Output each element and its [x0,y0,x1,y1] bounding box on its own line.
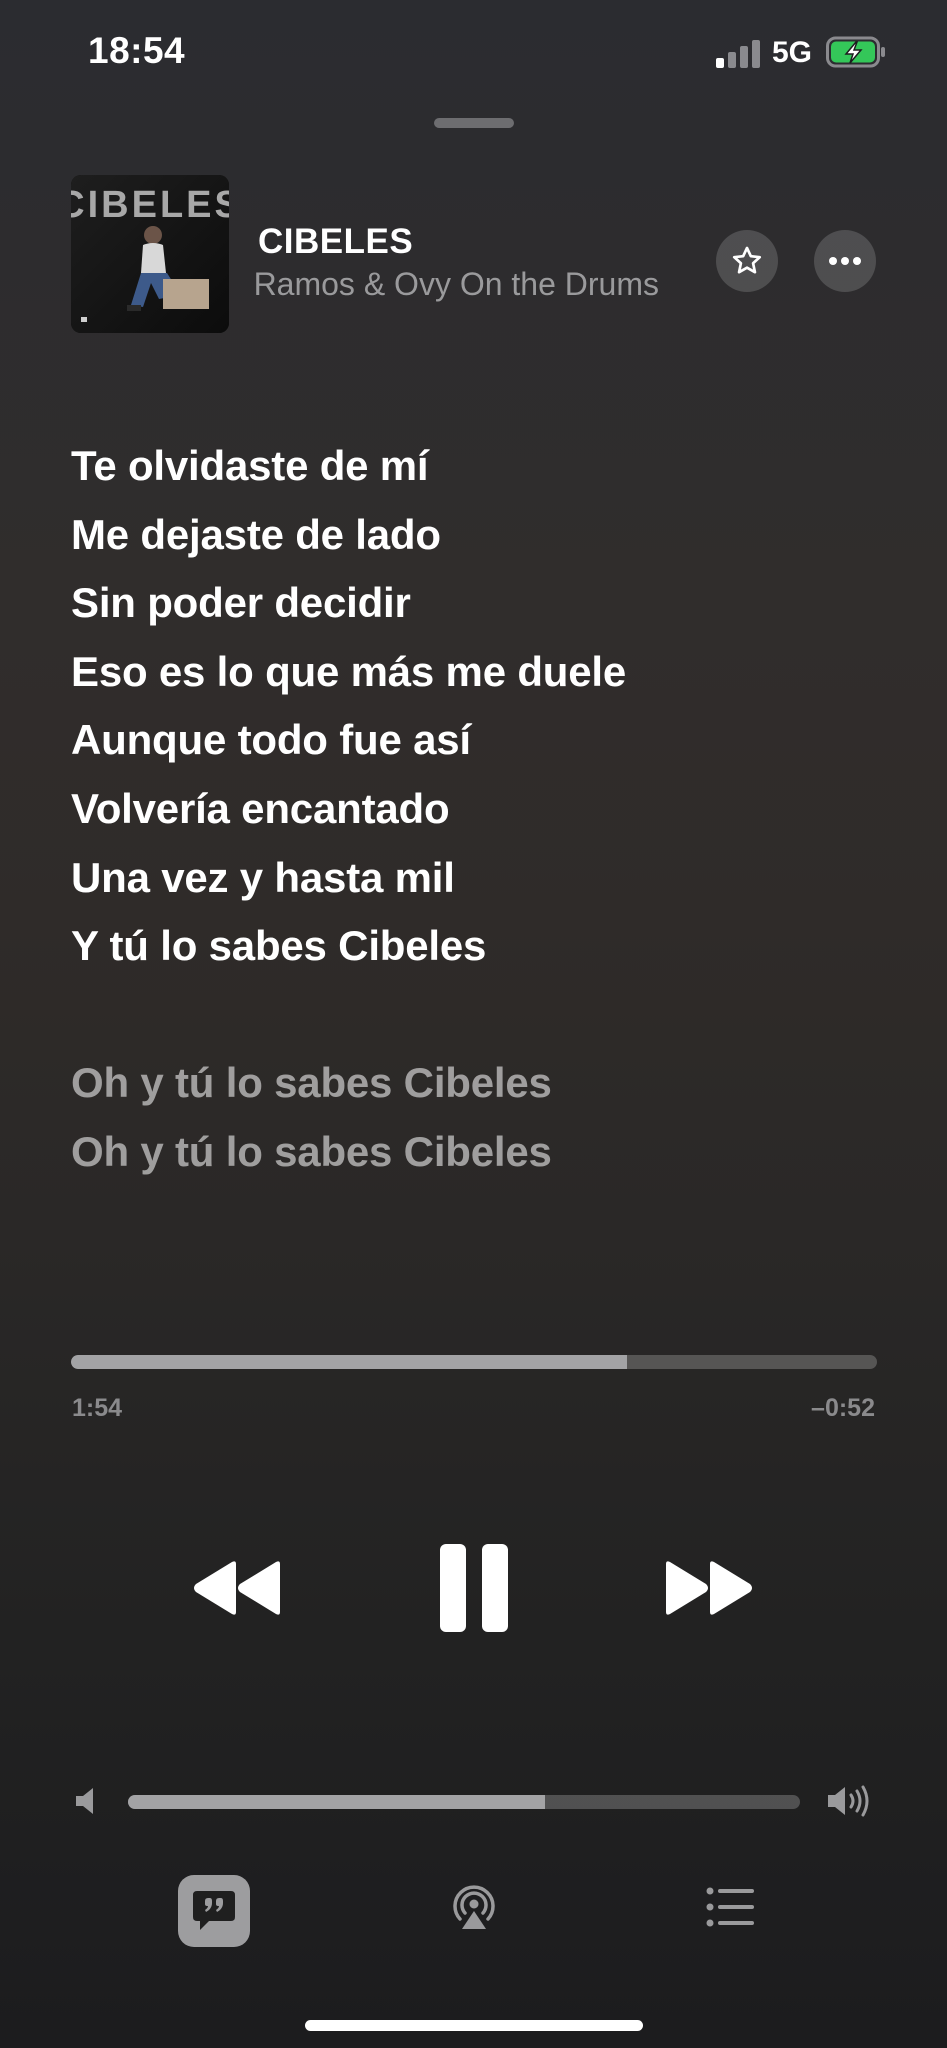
elapsed-time: 1:54 [72,1394,123,1422]
artist-name: Ramos & Ovy On the Drums [253,266,659,302]
album-artwork[interactable]: CIBELES [71,175,229,333]
lyrics-icon [193,1891,235,1930]
status-time: 18:54 [88,30,186,71]
fast-forward-icon [666,1561,752,1615]
lyrics-button[interactable] [178,1875,250,1947]
lyric-spacer [71,981,901,1050]
remaining-time: –0:52 [811,1394,875,1422]
lyric-line[interactable]: Aunque todo fue así [71,706,901,775]
song-title: CIBELES [258,222,414,261]
artwork-title-text: CIBELES [71,184,229,226]
star-outline-icon [732,246,762,274]
fast-forward-button[interactable] [660,1560,756,1616]
favorite-button[interactable] [716,230,778,292]
ellipsis-icon [829,257,861,265]
artist-marquee: Ramos & Ovy On the Drums [229,262,659,308]
lyric-line[interactable]: Volvería encantado [71,775,901,844]
lyric-line-upcoming[interactable]: Oh y tú lo sabes Cibeles [71,1118,901,1187]
lyric-line[interactable]: Y tú lo sabes Cibeles [71,912,901,981]
home-indicator[interactable] [305,2020,643,2031]
rewind-button[interactable] [190,1560,286,1616]
lyric-line[interactable]: Una vez y hasta mil [71,844,901,913]
lyric-line-upcoming[interactable]: Oh y tú lo sabes Cibeles [71,1049,901,1118]
airplay-button[interactable] [446,1879,502,1935]
lyric-line[interactable]: Eso es lo que más me duele [71,638,901,707]
lyric-line[interactable]: Sin poder decidir [71,569,901,638]
pause-icon [440,1544,508,1632]
volume-low-icon [74,1786,100,1816]
cellular-signal-icon [716,38,762,68]
playback-progress-fill [71,1355,628,1369]
playback-scrubber[interactable] [71,1355,877,1369]
rewind-icon [194,1561,280,1615]
more-options-button[interactable] [814,230,876,292]
battery-charging-icon [826,36,886,68]
airplay-icon [453,1885,495,1929]
queue-icon [706,1887,754,1927]
lyrics-view[interactable]: Te olvidaste de mí Me dejaste de lado Si… [71,432,901,1187]
volume-slider-fill [128,1795,545,1809]
pause-button[interactable] [438,1542,510,1634]
sheet-grabber[interactable] [434,118,514,128]
queue-button[interactable] [706,1886,756,1928]
network-type: 5G [772,36,813,69]
lyric-line[interactable]: Me dejaste de lado [71,501,901,570]
volume-slider[interactable] [128,1795,800,1809]
volume-high-icon [826,1784,872,1818]
lyric-line[interactable]: Te olvidaste de mí [71,432,901,501]
